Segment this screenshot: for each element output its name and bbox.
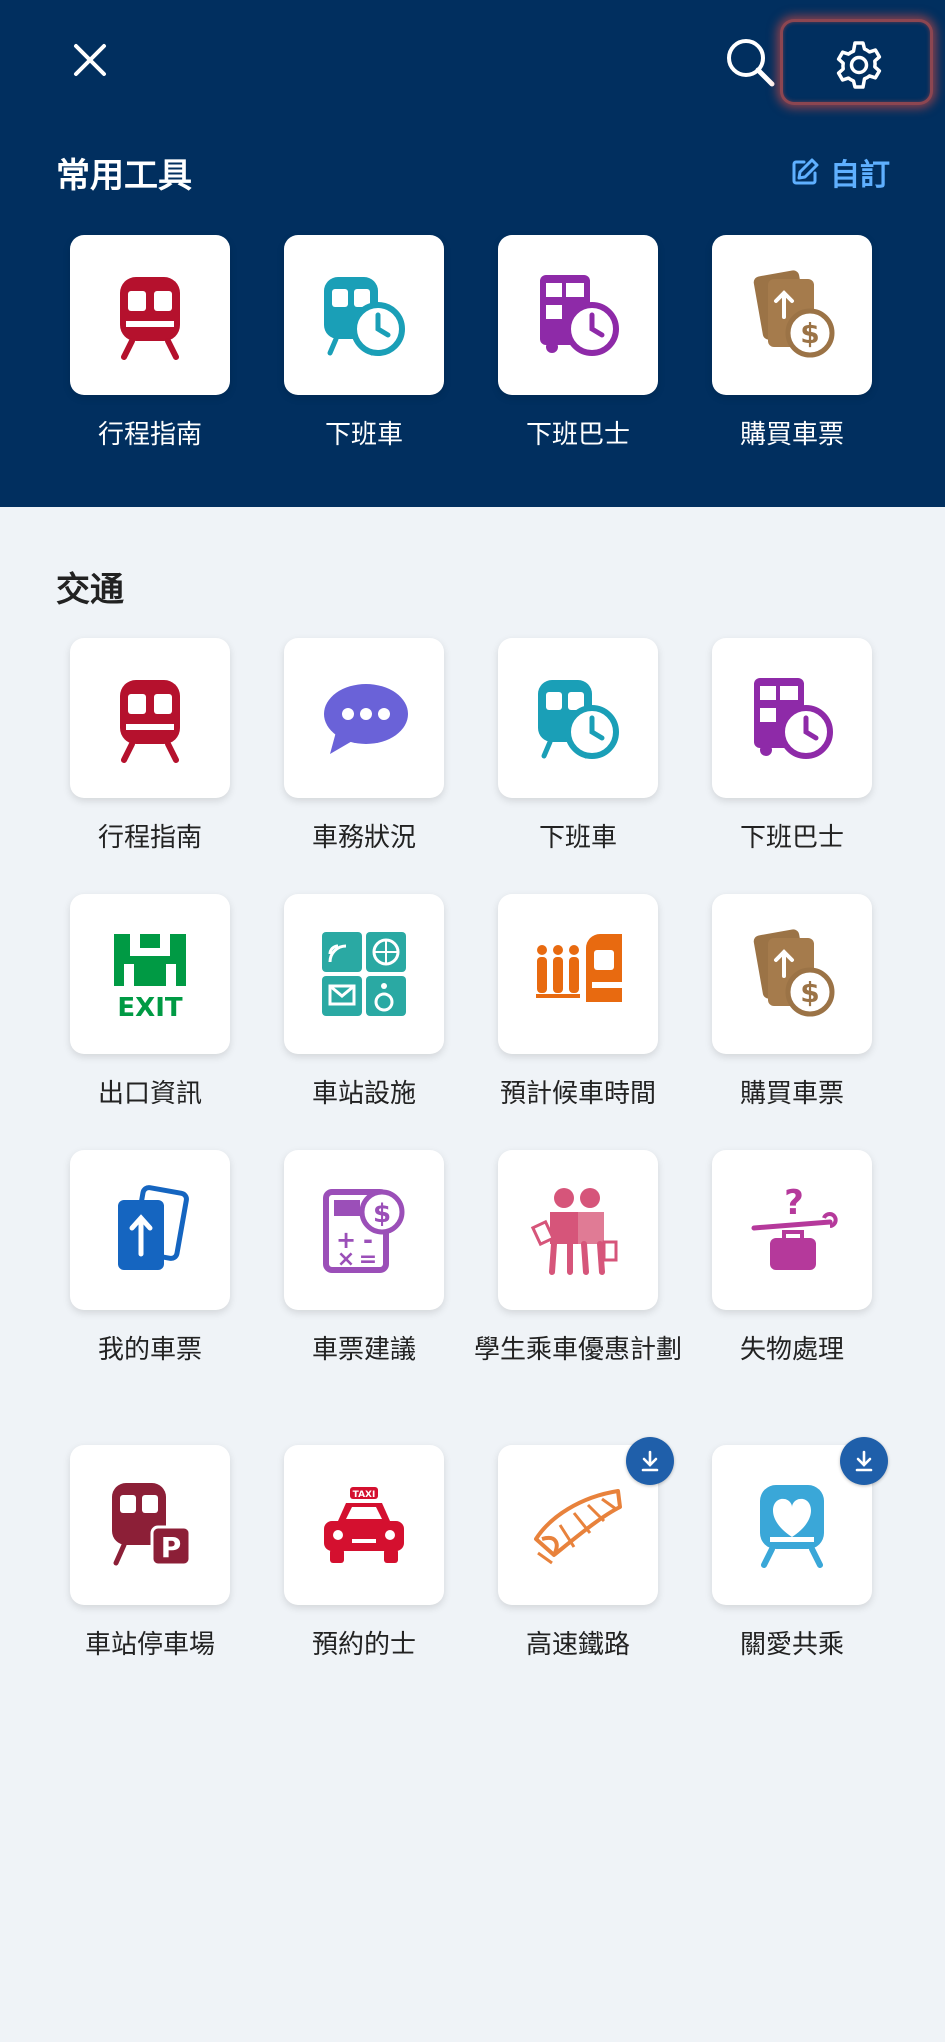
- parking-icon: P: [112, 1483, 192, 1567]
- gear-icon: [836, 41, 882, 89]
- station-facilities-icon: [322, 932, 406, 1016]
- frequent-tools-title: 常用工具: [56, 156, 192, 196]
- download-badge: [840, 1437, 888, 1485]
- exit-icon: EXIT: [114, 934, 186, 1022]
- item-label: 行程指南: [97, 823, 202, 853]
- item-label: 車票建議: [311, 1335, 416, 1365]
- tool-label: 行程指南: [97, 420, 202, 450]
- train-icon: [120, 277, 180, 360]
- waiting-time-icon: [536, 934, 622, 1002]
- download-icon: [855, 1450, 873, 1472]
- next-train-icon: [538, 680, 619, 759]
- buy-ticket-icon: $: [753, 270, 835, 358]
- item-label: 出口資訊: [97, 1079, 202, 1109]
- item-label: 購買車票: [739, 1079, 844, 1109]
- item-label: 車務狀況: [311, 823, 416, 853]
- tool-label: 購買車票: [739, 420, 844, 450]
- header: 常用工具 自訂 行程指南 下班車 下班巴士 $ 購買車票: [0, 0, 945, 507]
- caring-ride-icon: [760, 1485, 824, 1568]
- item-label: 下班車: [538, 823, 617, 853]
- download-badge: [626, 1437, 674, 1485]
- svg-text:=: =: [359, 1247, 377, 1272]
- svg-text:P: P: [161, 1531, 182, 1564]
- lost-property-icon: ?: [751, 1183, 838, 1270]
- item-label: 關愛共乘: [739, 1630, 844, 1660]
- item-label: 高速鐵路: [525, 1630, 630, 1660]
- svg-text:?: ?: [784, 1183, 804, 1223]
- tool-label: 下班車: [324, 420, 403, 450]
- next-train-icon: [324, 277, 405, 356]
- search-button[interactable]: [718, 30, 782, 94]
- high-speed-rail-icon: [534, 1489, 622, 1565]
- train-icon: [120, 680, 180, 763]
- tool-label: 下班巴士: [525, 420, 630, 450]
- my-ticket-icon: [118, 1185, 189, 1270]
- item-label: 學生乘車優惠計劃: [473, 1335, 682, 1365]
- settings-button[interactable]: [780, 19, 933, 105]
- item-label: 車站停車場: [84, 1630, 215, 1660]
- item-label: 預計候車時間: [499, 1079, 656, 1109]
- item-label: 車站設施: [311, 1079, 416, 1109]
- taxi-icon: TAXI: [324, 1487, 404, 1563]
- edit-icon: [792, 158, 819, 185]
- next-bus-icon: [754, 678, 833, 759]
- buy-ticket-icon: $: [753, 929, 835, 1017]
- close-icon: [74, 44, 106, 76]
- fare-calculator-icon: + - × = $: [323, 1189, 405, 1273]
- transport-title: 交通: [56, 570, 124, 610]
- item-label: 下班巴士: [739, 823, 844, 853]
- svg-text:$: $: [373, 1199, 391, 1229]
- close-button[interactable]: [60, 30, 120, 90]
- svg-text:$: $: [800, 317, 819, 350]
- svg-text:×: ×: [337, 1247, 355, 1272]
- item-label: 我的車票: [97, 1335, 202, 1365]
- customize-button[interactable]: 自訂: [790, 152, 890, 193]
- chat-bubble-icon: [324, 684, 408, 754]
- svg-text:$: $: [800, 976, 819, 1009]
- customize-label: 自訂: [830, 158, 890, 193]
- item-label: 預約的士: [311, 1630, 416, 1660]
- svg-text:TAXI: TAXI: [353, 1490, 376, 1500]
- svg-text:EXIT: EXIT: [117, 993, 182, 1022]
- download-icon: [641, 1450, 659, 1472]
- next-bus-icon: [540, 275, 619, 356]
- student-icon: [530, 1188, 618, 1275]
- search-icon: [727, 39, 775, 87]
- item-label: 失物處理: [739, 1335, 844, 1365]
